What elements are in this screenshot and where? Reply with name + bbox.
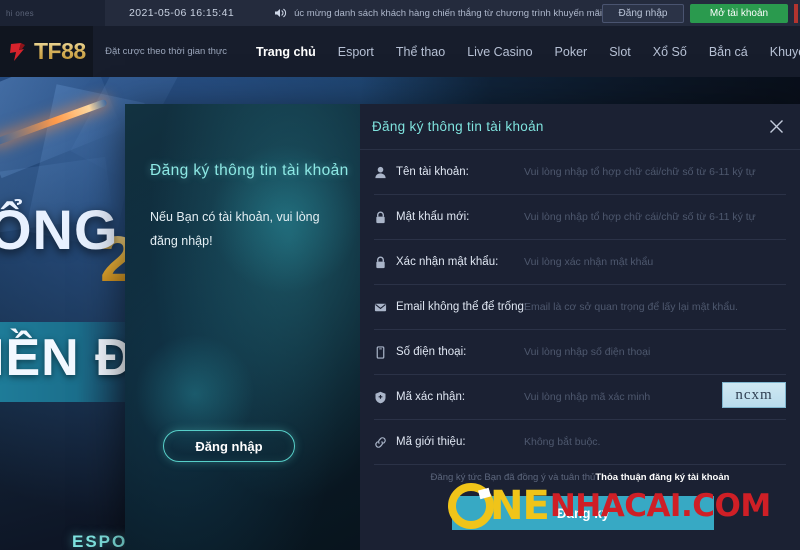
clock-display: 2021-05-06 16:15:41 <box>129 7 234 19</box>
topbar-right-edge-accent <box>794 4 798 23</box>
user-icon <box>374 166 396 179</box>
left-panel-title: Đăng ký thông tin tài khoản <box>150 162 349 180</box>
username-input[interactable] <box>524 157 786 187</box>
referral-input[interactable] <box>524 427 786 457</box>
site-logo-text: TF88 <box>34 38 86 65</box>
form-label-captcha: Mã xác nhận: <box>396 391 524 403</box>
site-logo[interactable]: TF88 <box>0 26 93 77</box>
form-label-phone: Số điện thoại: <box>396 346 524 358</box>
form-label-username: Tên tài khoản: <box>396 166 524 178</box>
form-row-phone: Số điện thoại: <box>374 330 786 375</box>
nav-item-xo-so[interactable]: Xổ Số <box>642 45 698 59</box>
topbar-register-button[interactable]: Mở tài khoản <box>690 4 788 23</box>
password-input[interactable] <box>524 202 786 232</box>
nav-slogan: Đặt cược theo thời gian thực <box>105 46 227 57</box>
nav-item-khuyen-mai[interactable]: Khuyến mãi <box>759 45 800 59</box>
main-navigation-bar: TF88 Đặt cược theo thời gian thực Trang … <box>0 26 800 77</box>
form-row-captcha: Mã xác nhận: ncxm <box>374 375 786 420</box>
close-icon[interactable] <box>766 117 786 137</box>
topbar-left-label: hi ones <box>6 9 34 18</box>
terms-prefix-text: Đăng ký tức Bạn đã đồng ý và tuân thủ <box>431 472 596 483</box>
form-row-email: Email không thể để trống: <box>374 285 786 330</box>
nav-item-the-thao[interactable]: Thể thao <box>385 45 456 59</box>
registration-modal: Đăng ký thông tin tài khoản Nếu Bạn có t… <box>125 104 800 550</box>
envelope-icon <box>374 301 396 314</box>
email-input[interactable] <box>524 292 786 322</box>
nav-item-list: Trang chủ Esport Thể thao Live Casino Po… <box>245 45 800 59</box>
shield-check-icon <box>374 391 396 404</box>
form-label-email: Email không thể để trống: <box>396 301 524 313</box>
nav-item-poker[interactable]: Poker <box>544 45 599 59</box>
form-label-password: Mật khẩu mới: <box>396 211 524 223</box>
modal-title: Đăng ký thông tin tài khoản <box>372 119 544 134</box>
top-utility-bar: hi ones 2021-05-06 16:15:41 úc mừng danh… <box>0 0 800 26</box>
nav-item-slot[interactable]: Slot <box>598 45 642 59</box>
lock-icon <box>374 211 396 224</box>
form-label-confirm-password: Xác nhận mật khẩu: <box>396 256 524 268</box>
app-root: hi ones 2021-05-06 16:15:41 úc mừng danh… <box>0 0 800 550</box>
form-row-username: Tên tài khoản: <box>374 150 786 195</box>
captcha-image[interactable]: ncxm <box>722 382 786 408</box>
nav-item-ban-ca[interactable]: Bắn cá <box>698 45 759 59</box>
lock-icon <box>374 256 396 269</box>
registration-form: Tên tài khoản: Mật khẩu mới: <box>360 150 800 465</box>
phone-icon <box>374 346 396 359</box>
terms-link[interactable]: Thỏa thuận đăng ký tài khoản <box>595 472 729 483</box>
topbar-actions: Đăng nhập Mở tài khoản <box>602 0 800 26</box>
modal-right-panel: Đăng ký thông tin tài khoản <box>360 104 800 550</box>
modal-left-panel: Đăng ký thông tin tài khoản Nếu Bạn có t… <box>125 104 360 550</box>
nav-item-trang-chu[interactable]: Trang chủ <box>245 45 327 59</box>
form-label-referral: Mã giới thiệu: <box>396 436 524 448</box>
left-panel-description: Nếu Bạn có tài khoản, vui lòng đăng nhập… <box>150 206 340 254</box>
register-submit-button[interactable]: Đăng ký <box>452 496 714 530</box>
form-row-referral: Mã giới thiệu: <box>374 420 786 465</box>
topbar-brand-slot: hi ones <box>0 0 105 26</box>
speaker-icon <box>274 7 287 19</box>
nav-item-live-casino[interactable]: Live Casino <box>456 45 543 59</box>
terms-notice: Đăng ký tức Bạn đã đồng ý và tuân thủThỏ… <box>360 472 800 483</box>
confirm-password-input[interactable] <box>524 247 786 277</box>
form-row-confirm-password: Xác nhận mật khẩu: <box>374 240 786 285</box>
topbar-login-button[interactable]: Đăng nhập <box>602 4 684 23</box>
link-icon <box>374 436 396 449</box>
tf88-logo-icon <box>8 40 32 64</box>
form-row-password: Mật khẩu mới: <box>374 195 786 240</box>
left-panel-login-button[interactable]: Đăng nhập <box>163 430 295 462</box>
modal-header: Đăng ký thông tin tài khoản <box>360 104 800 150</box>
captcha-text: ncxm <box>735 387 772 404</box>
nav-item-esport[interactable]: Esport <box>327 45 385 59</box>
phone-input[interactable] <box>524 337 786 367</box>
